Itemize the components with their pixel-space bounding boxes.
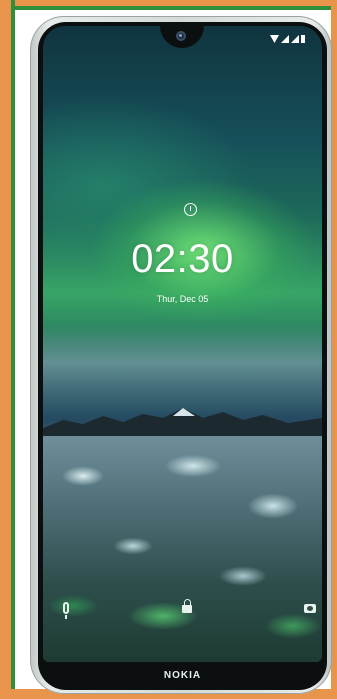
alarm-icon — [184, 203, 197, 216]
frame-stripe — [0, 0, 11, 699]
frame-stripe — [11, 0, 15, 699]
lock-shortcuts — [43, 599, 322, 622]
frame-stripe — [11, 6, 337, 10]
mic-icon[interactable] — [63, 602, 69, 619]
lock-screen[interactable] — [43, 26, 322, 662]
signal-icon — [281, 35, 289, 43]
signal-icon — [291, 35, 299, 43]
battery-icon — [301, 35, 305, 43]
brand-logo: NOKIA — [163, 670, 202, 681]
lock-icon[interactable] — [182, 599, 192, 613]
lock-date: Thur, Dec 05 — [156, 294, 209, 304]
wallpaper-ice — [43, 436, 322, 662]
lock-time: 02:30 — [131, 237, 234, 281]
wifi-icon — [270, 35, 279, 43]
status-bar — [270, 33, 305, 43]
front-camera — [176, 31, 186, 41]
camera-icon[interactable] — [304, 604, 316, 613]
